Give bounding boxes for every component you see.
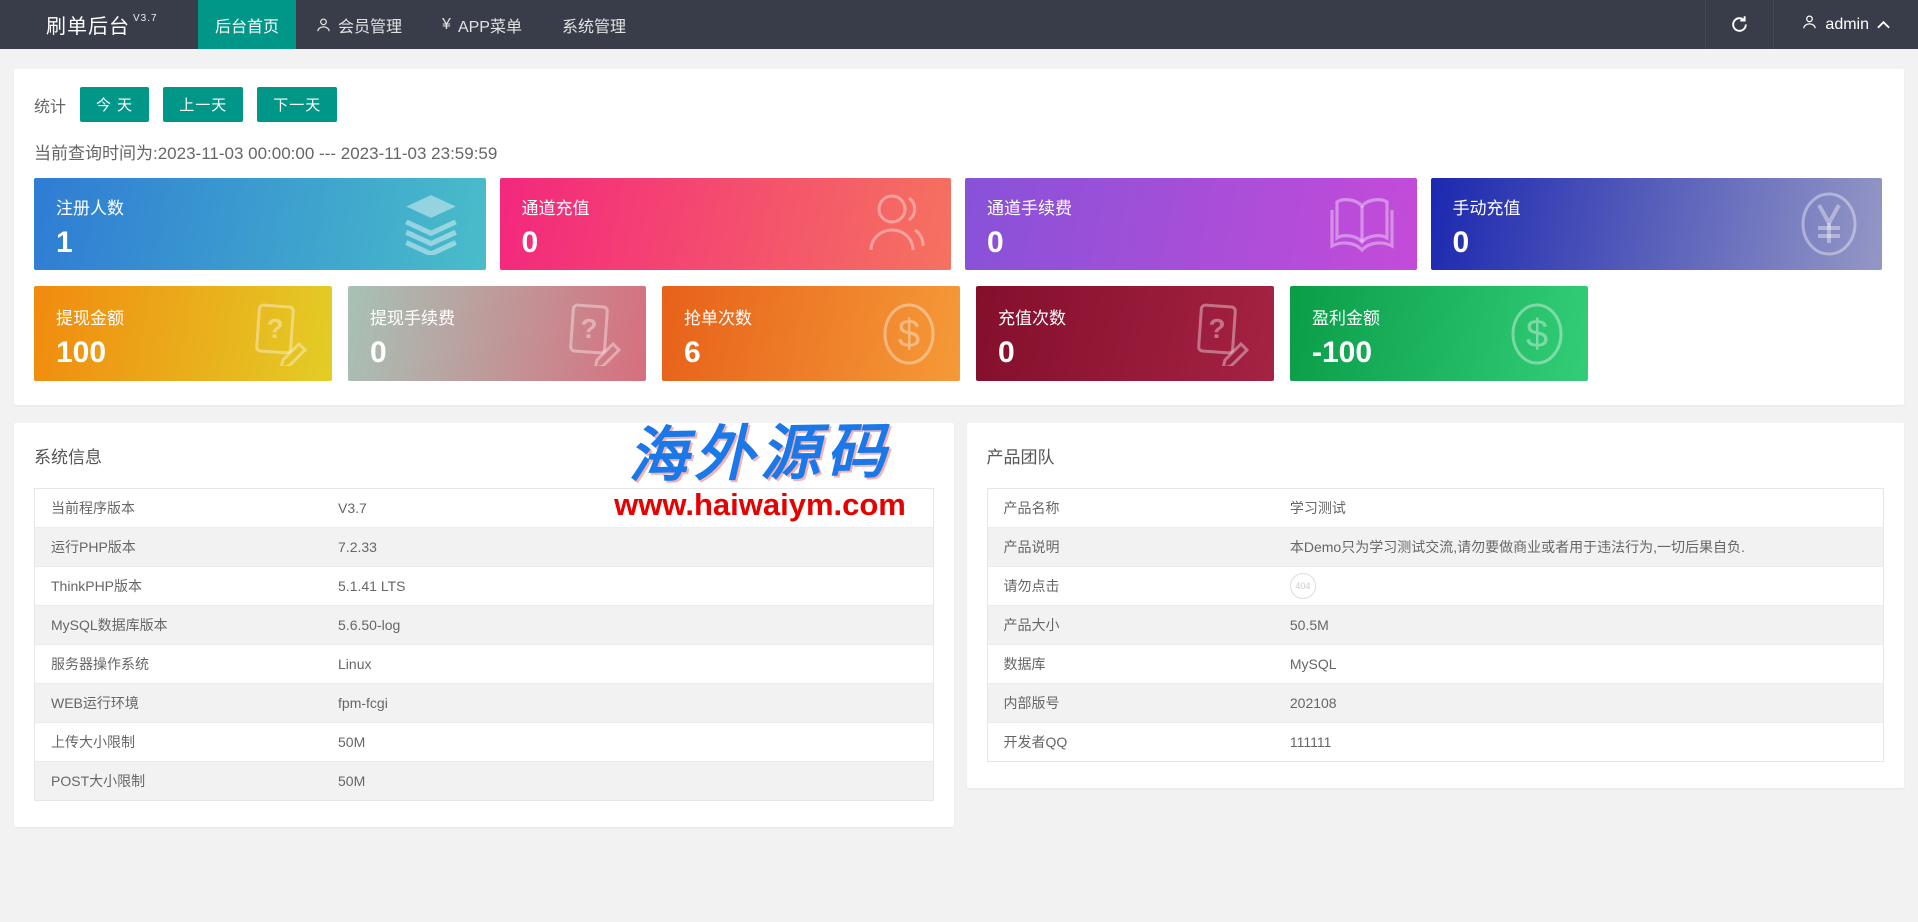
app-title: 刷单后台 bbox=[46, 10, 130, 39]
refresh-icon[interactable] bbox=[1705, 0, 1773, 49]
stat-card-channel-fee: 通道手续费 0 bbox=[965, 178, 1417, 270]
svg-text:?: ? bbox=[266, 313, 283, 344]
system-info-title: 系统信息 bbox=[34, 443, 934, 468]
doc-question-icon: ? bbox=[1192, 302, 1252, 366]
table-row: MySQL数据库版本5.6.50-log bbox=[35, 606, 934, 645]
doc-question-icon: ? bbox=[564, 302, 624, 366]
nav-members[interactable]: 会员管理 bbox=[296, 0, 422, 49]
system-info-table: 当前程序版本V3.7 运行PHP版本7.2.33 ThinkPHP版本5.1.4… bbox=[34, 488, 934, 801]
product-team-panel: 产品团队 产品名称学习测试 产品说明本Demo只为学习测试交流,请勿要做商业或者… bbox=[967, 423, 1905, 788]
admin-menu[interactable]: admin bbox=[1773, 0, 1918, 49]
app-logo[interactable]: 刷单后台 V3.7 bbox=[0, 0, 198, 49]
user-icon bbox=[316, 17, 331, 33]
table-row: 产品大小50.5M bbox=[987, 606, 1884, 645]
nav-dashboard-label: 后台首页 bbox=[215, 13, 279, 37]
svg-text:$: $ bbox=[1526, 312, 1548, 356]
yen-circle-icon bbox=[1798, 191, 1860, 257]
top-bar: 刷单后台 V3.7 后台首页 会员管理 ¥ APP菜单 系统管理 bbox=[0, 0, 1918, 49]
table-row: POST大小限制50M bbox=[35, 762, 934, 801]
doc-question-icon: ? bbox=[250, 302, 310, 366]
table-row: 请勿点击404 bbox=[987, 567, 1884, 606]
table-row: 数据库MySQL bbox=[987, 645, 1884, 684]
table-row: 产品名称学习测试 bbox=[987, 489, 1884, 528]
stats-panel: 统计 今 天 上一天 下一天 当前查询时间为:2023-11-03 00:00:… bbox=[14, 69, 1904, 405]
layers-icon bbox=[398, 193, 464, 255]
nav-members-label: 会员管理 bbox=[338, 13, 402, 37]
svg-text:?: ? bbox=[580, 313, 597, 344]
nav-system[interactable]: 系统管理 bbox=[542, 0, 646, 49]
stat-card-withdraw-amount: 提现金额 100 ? bbox=[34, 286, 332, 381]
stat-card-grab-count: 抢单次数 6 $ bbox=[662, 286, 960, 381]
dollar-circle-icon: $ bbox=[880, 302, 938, 366]
yen-icon: ¥ bbox=[442, 16, 451, 34]
stats-label: 统计 bbox=[34, 93, 66, 117]
nav-dashboard[interactable]: 后台首页 bbox=[198, 0, 296, 49]
dollar-circle-icon: $ bbox=[1508, 302, 1566, 366]
nav-system-label: 系统管理 bbox=[562, 13, 626, 37]
user-icon bbox=[1802, 14, 1817, 35]
404-badge[interactable]: 404 bbox=[1290, 573, 1316, 599]
topbar-right: admin bbox=[1705, 0, 1918, 49]
table-row: 内部版号202108 bbox=[987, 684, 1884, 723]
table-row: ThinkPHP版本5.1.41 LTS bbox=[35, 567, 934, 606]
app-version: V3.7 bbox=[133, 13, 158, 24]
stat-card-profit: 盈利金额 -100 $ bbox=[1290, 286, 1588, 381]
table-row: 当前程序版本V3.7 bbox=[35, 489, 934, 528]
next-day-button[interactable]: 下一天 bbox=[257, 87, 337, 122]
table-row: 运行PHP版本7.2.33 bbox=[35, 528, 934, 567]
table-row: WEB运行环境fpm-fcgi bbox=[35, 684, 934, 723]
product-team-title: 产品团队 bbox=[987, 443, 1885, 468]
table-row: 服务器操作系统Linux bbox=[35, 645, 934, 684]
svg-text:$: $ bbox=[898, 312, 920, 356]
book-icon bbox=[1329, 194, 1395, 254]
stat-card-withdraw-fee: 提现手续费 0 ? bbox=[348, 286, 646, 381]
user-icon bbox=[865, 192, 929, 256]
stat-card-registrations: 注册人数 1 bbox=[34, 178, 486, 270]
today-button[interactable]: 今 天 bbox=[80, 87, 149, 122]
table-row: 开发者QQ111111 bbox=[987, 723, 1884, 762]
table-row: 产品说明本Demo只为学习测试交流,请勿要做商业或者用于违法行为,一切后果自负. bbox=[987, 528, 1884, 567]
table-row: 上传大小限制50M bbox=[35, 723, 934, 762]
nav-app-menu[interactable]: ¥ APP菜单 bbox=[422, 0, 542, 49]
chevron-up-icon bbox=[1877, 16, 1890, 34]
stat-card-recharge-count: 充值次数 0 ? bbox=[976, 286, 1274, 381]
stat-card-manual-recharge: 手动充值 0 bbox=[1431, 178, 1883, 270]
query-time-text: 当前查询时间为:2023-11-03 00:00:00 --- 2023-11-… bbox=[34, 139, 1882, 164]
nav-app-menu-label: APP菜单 bbox=[458, 13, 522, 37]
main-nav: 后台首页 会员管理 ¥ APP菜单 系统管理 bbox=[198, 0, 646, 49]
admin-username: admin bbox=[1825, 16, 1869, 34]
prev-day-button[interactable]: 上一天 bbox=[163, 87, 243, 122]
system-info-panel: 系统信息 当前程序版本V3.7 运行PHP版本7.2.33 ThinkPHP版本… bbox=[14, 423, 954, 827]
product-team-table: 产品名称学习测试 产品说明本Demo只为学习测试交流,请勿要做商业或者用于违法行… bbox=[987, 488, 1885, 762]
svg-text:?: ? bbox=[1208, 313, 1225, 344]
stat-card-channel-recharge: 通道充值 0 bbox=[500, 178, 952, 270]
